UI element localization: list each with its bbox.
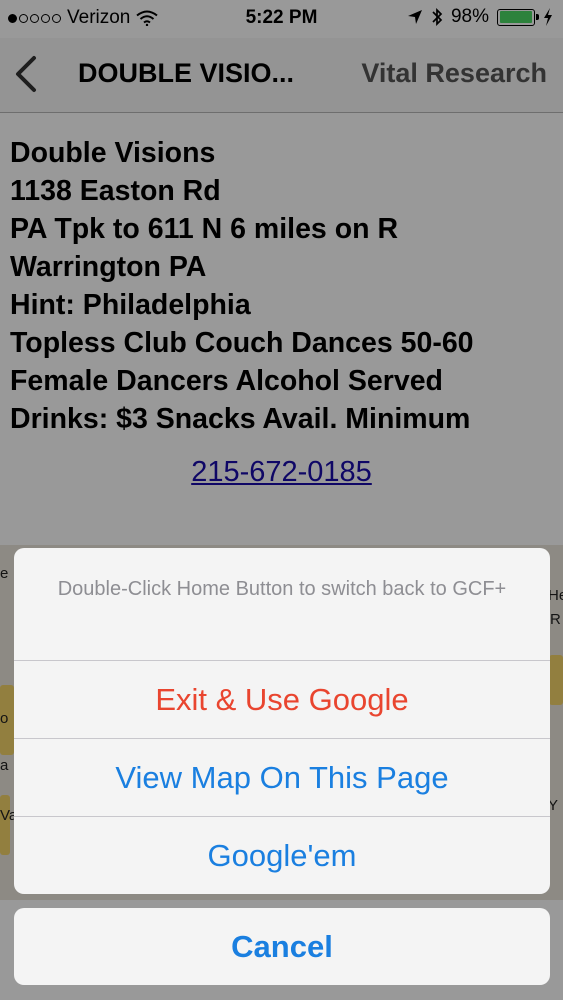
view-map-button[interactable]: View Map On This Page: [14, 739, 550, 817]
screen: Verizon 5:22 PM 98% DOUBLE VISIO... Vita…: [0, 0, 563, 1000]
cancel-button[interactable]: Cancel: [14, 908, 550, 985]
exit-use-google-button[interactable]: Exit & Use Google: [14, 661, 550, 739]
action-sheet-title: Double-Click Home Button to switch back …: [14, 548, 550, 661]
google-em-button[interactable]: Google'em: [14, 817, 550, 894]
action-sheet: Double-Click Home Button to switch back …: [14, 548, 550, 894]
